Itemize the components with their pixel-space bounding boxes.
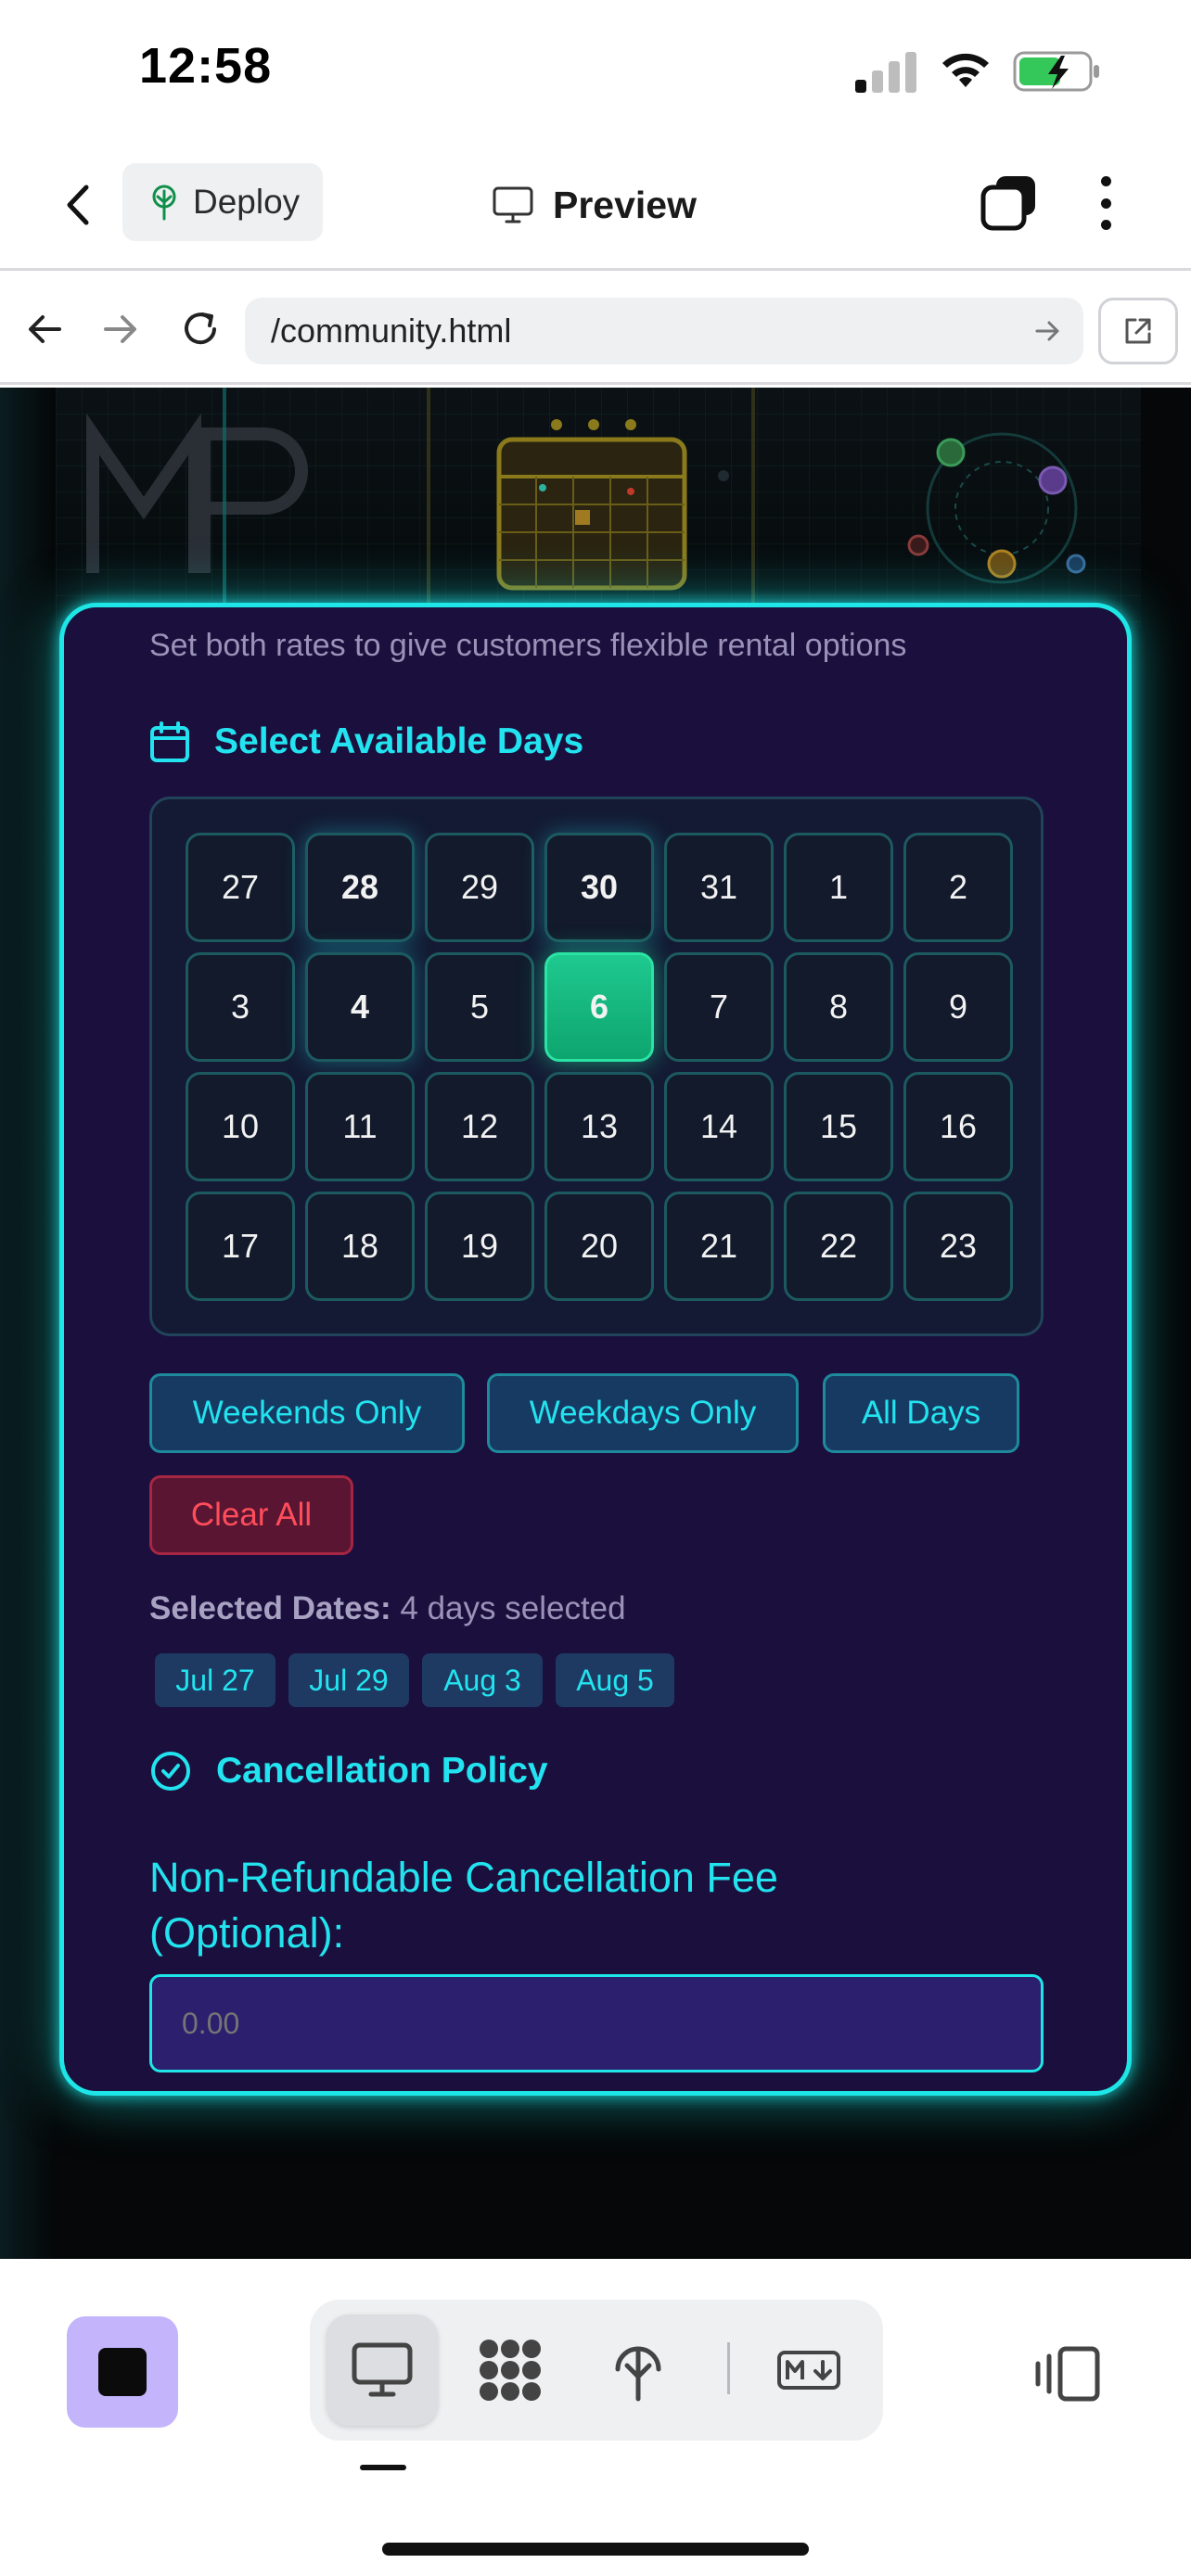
date-tag: Aug 5	[556, 1653, 674, 1707]
open-external-button[interactable]	[1098, 298, 1178, 364]
battery-icon	[1013, 51, 1099, 92]
web-content: Set both rates to give customers flexibl…	[0, 388, 1191, 2259]
calendar-day[interactable]: 30	[544, 833, 654, 942]
date-tag: Aug 3	[422, 1653, 543, 1707]
calendar-day[interactable]: 8	[784, 952, 893, 1062]
calendar-day[interactable]: 18	[305, 1192, 415, 1301]
cancellation-fee-label: Non-Refundable Cancellation Fee (Optiona…	[149, 1854, 778, 1957]
toolbar-divider	[727, 2342, 730, 2394]
desktop-view-tab[interactable]	[327, 2315, 438, 2426]
availability-card: Set both rates to give customers flexibl…	[59, 603, 1132, 2096]
calendar-day[interactable]: 23	[903, 1192, 1013, 1301]
calendar-grid: 27 28 29 30 31 1 2 3 4 5 6 7 8 9 10 11 12 13 14 15 16 17 18 19 2…	[149, 797, 1044, 1336]
cellular-signal-icon	[855, 52, 920, 93]
side-glow	[0, 388, 56, 2259]
status-time: 12:58	[139, 38, 273, 94]
status-bar: 12:58	[0, 0, 1191, 139]
nodes-view-tab[interactable]	[455, 2315, 566, 2426]
calendar-day[interactable]: 19	[425, 1192, 534, 1301]
arrow-left-icon	[29, 315, 61, 343]
tabs-stack-icon[interactable]	[980, 172, 1039, 232]
calendar-day[interactable]: 13	[544, 1072, 654, 1181]
calendar-day[interactable]: 12	[425, 1072, 534, 1181]
all-days-button[interactable]: All Days	[823, 1373, 1019, 1453]
select-days-heading: Select Available Days	[149, 721, 583, 763]
calendar-day[interactable]: 15	[784, 1072, 893, 1181]
selected-dates-summary: Selected Dates: 4 days selected	[149, 1590, 626, 1627]
calendar-day[interactable]: 21	[664, 1192, 774, 1301]
calendar-day[interactable]: 14	[664, 1072, 774, 1181]
monitor-icon	[493, 186, 533, 223]
hero-banner	[56, 388, 1141, 629]
weekends-only-button[interactable]: Weekends Only	[149, 1373, 465, 1453]
deploy-button[interactable]: Deploy	[122, 163, 323, 241]
calendar-day[interactable]: 2	[903, 833, 1013, 942]
bottom-toolbar	[0, 2259, 1191, 2576]
calendar-day[interactable]: 11	[305, 1072, 415, 1181]
url-text: /community.html	[271, 312, 512, 350]
calendar-day[interactable]: 17	[186, 1192, 295, 1301]
calendar-day[interactable]: 27	[186, 833, 295, 942]
calendar-day[interactable]: 9	[903, 952, 1013, 1062]
app-header: Deploy Preview	[0, 139, 1191, 271]
split-view-button[interactable]	[1030, 2337, 1104, 2411]
browser-back-button[interactable]	[17, 301, 72, 357]
markdown-view-tab[interactable]	[753, 2315, 864, 2426]
calendar-day[interactable]: 20	[544, 1192, 654, 1301]
home-indicator	[382, 2543, 809, 2556]
browser-forward-button[interactable]	[93, 301, 148, 357]
select-days-title: Select Available Days	[214, 721, 584, 761]
check-circle-icon	[151, 1752, 190, 1791]
calendar-day[interactable]: 16	[903, 1072, 1013, 1181]
preview-title: Preview	[492, 174, 697, 236]
calendar-icon	[150, 721, 189, 762]
deploy-label: Deploy	[193, 183, 301, 221]
more-options-icon[interactable]	[1083, 171, 1128, 236]
weekdays-only-button[interactable]: Weekdays Only	[487, 1373, 799, 1453]
reload-button[interactable]	[173, 301, 228, 357]
deploy-tree-icon	[152, 185, 176, 221]
date-tag: Jul 27	[155, 1653, 275, 1707]
view-mode-switcher	[310, 2300, 883, 2441]
calendar-day[interactable]: 3	[186, 952, 295, 1062]
hero-artwork	[86, 388, 1086, 629]
calendar-day[interactable]: 7	[664, 952, 774, 1062]
chevron-left-icon	[67, 185, 89, 225]
monitor-icon	[352, 2342, 413, 2397]
clear-all-button[interactable]: Clear All	[149, 1475, 353, 1555]
selected-dates-count: 4 days selected	[400, 1590, 626, 1626]
active-tab-indicator	[360, 2465, 406, 2470]
external-link-icon	[1125, 318, 1151, 344]
deploy-tree-icon	[615, 2346, 661, 2402]
cancellation-heading: Cancellation Policy	[149, 1750, 548, 1792]
calendar-day[interactable]: 6	[544, 952, 654, 1062]
calendar-day[interactable]: 5	[425, 952, 534, 1062]
arrow-right-icon	[104, 315, 136, 343]
go-arrow-icon[interactable]	[1031, 314, 1065, 348]
calendar-day[interactable]: 29	[425, 833, 534, 942]
selected-dates-label: Selected Dates:	[149, 1590, 391, 1626]
calendar-day[interactable]: 22	[784, 1192, 893, 1301]
reload-icon	[185, 312, 216, 345]
url-bar: /community.html	[0, 274, 1191, 385]
calendar-day[interactable]: 1	[784, 833, 893, 942]
calendar-day[interactable]: 28	[305, 833, 415, 942]
nodes-icon	[480, 2340, 541, 2401]
back-button[interactable]	[50, 172, 106, 237]
deploy-view-tab[interactable]	[583, 2315, 694, 2426]
cancellation-fee-input[interactable]	[149, 1974, 1044, 2072]
rates-hint-text: Set both rates to give customers flexibl…	[149, 628, 907, 663]
split-view-icon	[1035, 2346, 1100, 2402]
preview-title-text: Preview	[553, 183, 697, 226]
wifi-icon	[942, 53, 989, 87]
stop-button[interactable]	[67, 2316, 178, 2428]
calendar-day[interactable]: 31	[664, 833, 774, 942]
stop-icon	[98, 2348, 147, 2396]
url-field[interactable]: /community.html	[245, 298, 1083, 364]
cancellation-title: Cancellation Policy	[216, 1751, 548, 1791]
date-tag: Jul 29	[288, 1653, 409, 1707]
calendar-day[interactable]: 4	[305, 952, 415, 1062]
markdown-icon	[777, 2351, 840, 2390]
calendar-day[interactable]: 10	[186, 1072, 295, 1181]
